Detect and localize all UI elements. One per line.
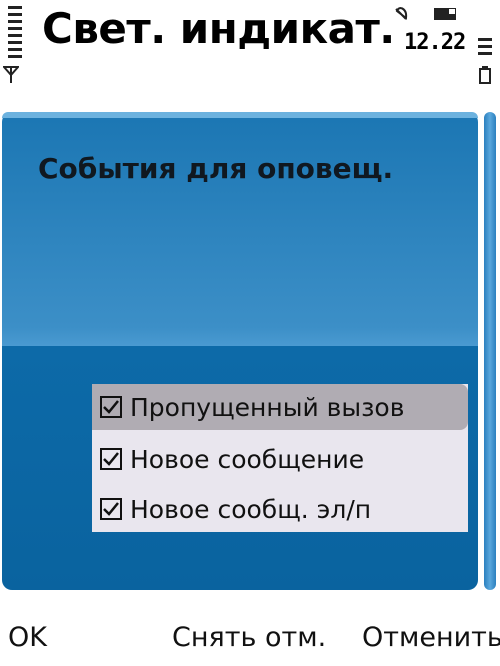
option-label: Новое сообщ. эл/п (130, 494, 372, 524)
scrollbar[interactable] (484, 112, 496, 590)
panel-top-edge (2, 112, 478, 118)
checkbox-checked-icon[interactable] (100, 448, 122, 470)
option-new-email[interactable]: Новое сообщ. эл/п (92, 486, 468, 532)
signal-strength-icon (8, 6, 22, 62)
screen-title: Свет. индикат. (42, 4, 395, 53)
alarm-icon (395, 7, 408, 20)
checkbox-checked-icon[interactable] (100, 498, 122, 520)
cancel-softkey[interactable]: Отменить (362, 622, 500, 653)
clock: 12.22 (404, 30, 466, 55)
antenna-icon (3, 66, 19, 83)
battery-icon (479, 66, 491, 84)
checkbox-checked-icon[interactable] (100, 396, 122, 418)
panel-heading: События для оповещ. (38, 152, 394, 185)
ok-softkey[interactable]: OK (8, 622, 47, 653)
option-missed-call[interactable]: Пропущенный вызов (92, 384, 468, 430)
option-label: Новое сообщение (130, 444, 365, 474)
option-new-message[interactable]: Новое сообщение (92, 436, 468, 482)
option-label: Пропущенный вызов (130, 392, 405, 422)
memory-icon (434, 8, 456, 20)
unmark-softkey[interactable]: Снять отм. (172, 622, 326, 653)
options-list: Пропущенный вызов Новое сообщение Новое … (92, 384, 468, 532)
